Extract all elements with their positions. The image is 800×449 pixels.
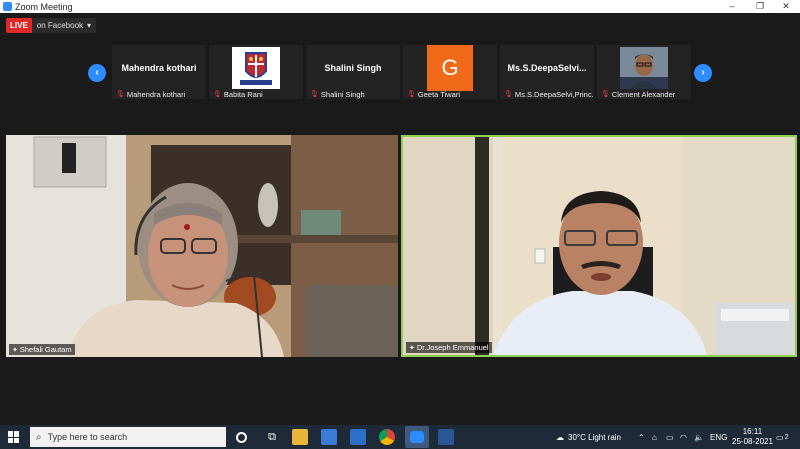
task-view-icon[interactable]: ⧉ bbox=[264, 429, 280, 445]
window-title: Zoom Meeting bbox=[15, 1, 73, 12]
mic-muted-icon: 🎙 bbox=[504, 91, 513, 98]
participant-video bbox=[597, 45, 691, 91]
participant-name-display: Mahendra kothari bbox=[121, 63, 197, 73]
participant-caption: Geeta Tiwari bbox=[417, 89, 460, 99]
live-badge: LIVE bbox=[6, 18, 32, 33]
pin-icon: ✦ bbox=[12, 346, 18, 354]
input-language[interactable]: ENG bbox=[710, 425, 727, 449]
participant-caption: Babita Rani bbox=[223, 89, 263, 99]
volume-icon[interactable]: 🔈 bbox=[694, 425, 704, 449]
store-icon[interactable] bbox=[321, 429, 337, 445]
participant-video-feed bbox=[6, 135, 398, 357]
chrome-icon[interactable] bbox=[379, 429, 395, 445]
participant-tile[interactable]: 🎙 Babita Rani bbox=[209, 45, 303, 99]
mail-icon[interactable] bbox=[350, 429, 366, 445]
battery-icon[interactable]: ▭ bbox=[666, 425, 674, 449]
time-text: 16:11 bbox=[742, 427, 763, 436]
participant-video-tile[interactable]: ✦ Shefali Gautam bbox=[6, 135, 398, 357]
participant-video-feed bbox=[403, 137, 795, 355]
live-platform-select[interactable]: on Facebook ▾ bbox=[31, 18, 97, 33]
participant-caption: Clement Alexander bbox=[611, 89, 676, 99]
next-page-button[interactable]: › bbox=[694, 64, 712, 82]
live-platform-label: on Facebook bbox=[36, 21, 84, 30]
participant-caption: Shalini Singh bbox=[320, 89, 365, 99]
participant-tile[interactable]: G 🎙 Geeta Tiwari bbox=[403, 45, 497, 99]
restore-button[interactable]: ❐ bbox=[746, 0, 774, 13]
word-icon[interactable] bbox=[438, 429, 454, 445]
wifi-icon[interactable]: ◠ bbox=[680, 425, 687, 449]
participant-tile[interactable]: Shalini Singh 🎙 Shalini Singh bbox=[306, 45, 400, 99]
windows-taskbar: ⌕ Type here to search ⧉ ☁ 30°C Light rai… bbox=[0, 425, 800, 449]
mic-muted-icon: 🎙 bbox=[601, 91, 610, 98]
weather-text: 30°C Light rain bbox=[568, 432, 622, 442]
cortana-icon[interactable] bbox=[236, 432, 247, 443]
cloud-rain-icon: ☁ bbox=[556, 432, 564, 442]
participant-name-display: Shalini Singh bbox=[324, 63, 382, 73]
mic-muted-icon: 🎙 bbox=[116, 91, 125, 98]
title-bar: Zoom Meeting – ❐ ✕ bbox=[0, 0, 800, 13]
date-text: 25-08-2021 bbox=[732, 437, 773, 446]
participant-tile[interactable]: 🎙 Clement Alexander bbox=[597, 45, 691, 99]
participant-photo bbox=[620, 47, 668, 89]
pin-icon: ✦ bbox=[409, 344, 415, 352]
participant-tile[interactable]: Mahendra kothari 🎙 Mahendra kothari bbox=[112, 45, 206, 99]
weather-widget[interactable]: ☁ 30°C Light rain bbox=[556, 425, 621, 449]
windows-start-icon[interactable] bbox=[8, 431, 20, 443]
clock[interactable]: 16:11 25-08-2021 bbox=[732, 425, 773, 449]
close-button[interactable]: ✕ bbox=[772, 0, 800, 13]
participant-video bbox=[209, 45, 303, 91]
search-icon: ⌕ bbox=[36, 431, 42, 443]
mic-muted-icon: 🎙 bbox=[407, 91, 416, 98]
search-placeholder: Type here to search bbox=[47, 432, 128, 442]
file-explorer-icon[interactable] bbox=[292, 429, 308, 445]
notification-icon: ▭ bbox=[776, 432, 784, 442]
chevron-down-icon: ▾ bbox=[87, 21, 92, 30]
zoom-taskbar-active[interactable] bbox=[405, 426, 429, 448]
participant-strip: Mahendra kothari 🎙 Mahendra kothari 🎙 Babi… bbox=[112, 45, 691, 99]
show-hidden-icons-button[interactable]: ⌃ bbox=[638, 425, 645, 449]
participant-name: Dr.Joseph Emmanuel bbox=[416, 343, 489, 352]
school-crest-image bbox=[232, 47, 280, 89]
notification-count: 2 bbox=[784, 433, 789, 441]
participant-avatar: G bbox=[403, 45, 497, 91]
participant-name: Shefali Gautam bbox=[19, 345, 72, 354]
live-indicator[interactable]: LIVE on Facebook ▾ bbox=[6, 18, 97, 33]
meeting-area: LIVE on Facebook ▾ ‹ › Mahendra kothari … bbox=[0, 13, 800, 425]
active-speaker-video-tile[interactable]: ✦ Dr.Joseph Emmanuel bbox=[401, 135, 797, 357]
participant-tile[interactable]: Ms.S.DeepaSelvi... 🎙 Ms.S.DeepaSelvi,Prin… bbox=[500, 45, 594, 99]
avatar-initial: G bbox=[427, 45, 473, 91]
video-name-label: ✦ Dr.Joseph Emmanuel bbox=[406, 342, 492, 353]
network-icon[interactable]: ⌂ bbox=[652, 425, 657, 449]
video-name-label: ✦ Shefali Gautam bbox=[9, 344, 75, 355]
prev-page-button[interactable]: ‹ bbox=[88, 64, 106, 82]
mic-muted-icon: 🎙 bbox=[213, 91, 222, 98]
minimize-button[interactable]: – bbox=[718, 0, 746, 13]
mic-muted-icon: 🎙 bbox=[310, 91, 319, 98]
zoom-logo-icon bbox=[3, 2, 12, 11]
participant-caption: Ms.S.DeepaSelvi,Princ... bbox=[514, 89, 594, 99]
notification-center-button[interactable]: ▭ 2 bbox=[776, 425, 788, 449]
zoom-app-icon bbox=[410, 431, 424, 443]
participant-caption: Mahendra kothari bbox=[126, 89, 186, 99]
taskbar-search-box[interactable]: ⌕ Type here to search bbox=[30, 427, 226, 447]
participant-name-display: Ms.S.DeepaSelvi... bbox=[507, 63, 587, 73]
